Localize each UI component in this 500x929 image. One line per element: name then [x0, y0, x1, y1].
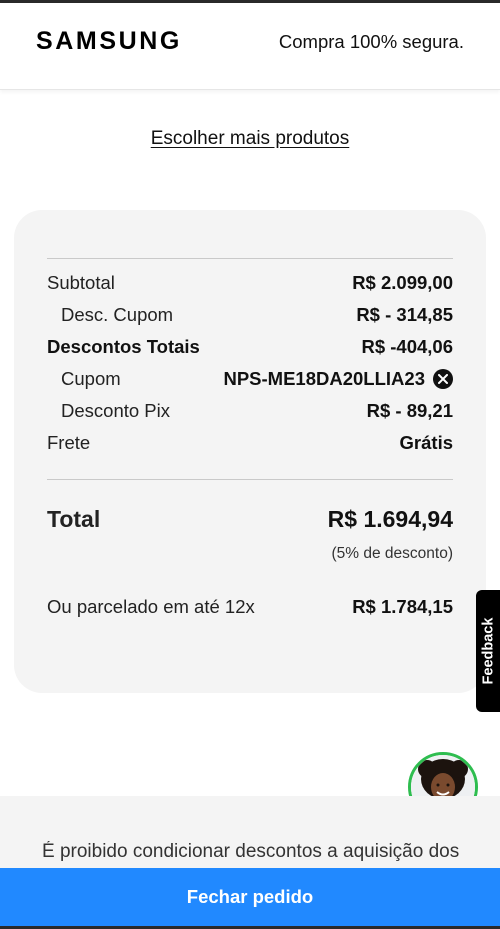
total-discounts-row: Descontos Totais R$ -404,06 — [47, 334, 453, 360]
total-discounts-value: R$ -404,06 — [361, 336, 453, 357]
total-value: R$ 1.694,94 — [327, 505, 453, 532]
close-icon[interactable] — [433, 369, 453, 389]
pix-discount-row: Desconto Pix R$ - 89,21 — [47, 398, 453, 424]
close-icon-glyph — [438, 374, 448, 384]
subtotal-row: Subtotal R$ 2.099,00 — [47, 270, 453, 296]
samsung-logo[interactable]: SAMSUNG — [36, 27, 182, 56]
feedback-label: Feedback — [480, 617, 496, 685]
total-row: Total R$ 1.694,94 — [47, 502, 453, 536]
coupon-discount-row: Desc. Cupom R$ - 314,85 — [47, 302, 453, 328]
feedback-tab[interactable]: Feedback — [476, 590, 500, 712]
discount-percentage-note: (5% de desconto) — [331, 545, 454, 562]
site-header: SAMSUNG Compra 100% segura. — [0, 3, 500, 90]
close-order-label: Fechar pedido — [186, 886, 314, 907]
secure-purchase-text: Compra 100% segura. — [278, 31, 464, 52]
pix-discount-label: Desconto Pix — [61, 400, 170, 421]
coupon-code: NPS-ME18DA20LLIA23 — [223, 368, 425, 389]
more-products-container: Escolher mais produtos — [0, 128, 500, 150]
choose-more-products-link[interactable]: Escolher mais produtos — [151, 128, 350, 149]
coupon-discount-label: Desc. Cupom — [61, 304, 174, 325]
coupon-code-container: NPS-ME18DA20LLIA23 — [223, 368, 453, 390]
coupon-label: Cupom — [61, 368, 121, 389]
pix-discount-value: R$ - 89,21 — [366, 400, 453, 421]
shipping-label: Frete — [47, 432, 91, 453]
installments-value: R$ 1.784,15 — [352, 596, 453, 617]
coupon-row: Cupom NPS-ME18DA20LLIA23 — [47, 366, 453, 392]
checkout-page: SAMSUNG Compra 100% segura. Escolher mai… — [0, 0, 500, 929]
summary-divider-bottom — [47, 479, 453, 480]
coupon-discount-value: R$ - 314,85 — [356, 304, 453, 325]
legal-notice-text: É proibido condicionar descontos a aquis… — [42, 841, 460, 862]
total-label: Total — [47, 505, 101, 532]
total-discounts-label: Descontos Totais — [47, 336, 200, 357]
shipping-row: Frete Grátis — [47, 430, 453, 456]
shipping-value: Grátis — [399, 432, 453, 453]
close-order-button[interactable]: Fechar pedido — [0, 868, 500, 929]
order-summary-card: Subtotal R$ 2.099,00 Desc. Cupom R$ - 31… — [14, 210, 486, 693]
summary-divider-top — [47, 258, 453, 259]
subtotal-label: Subtotal — [47, 272, 115, 293]
installments-row: Ou parcelado em até 12x R$ 1.784,15 — [47, 594, 453, 620]
legal-notice-area — [0, 796, 500, 876]
installments-label: Ou parcelado em até 12x — [47, 596, 255, 617]
subtotal-value: R$ 2.099,00 — [352, 272, 453, 293]
